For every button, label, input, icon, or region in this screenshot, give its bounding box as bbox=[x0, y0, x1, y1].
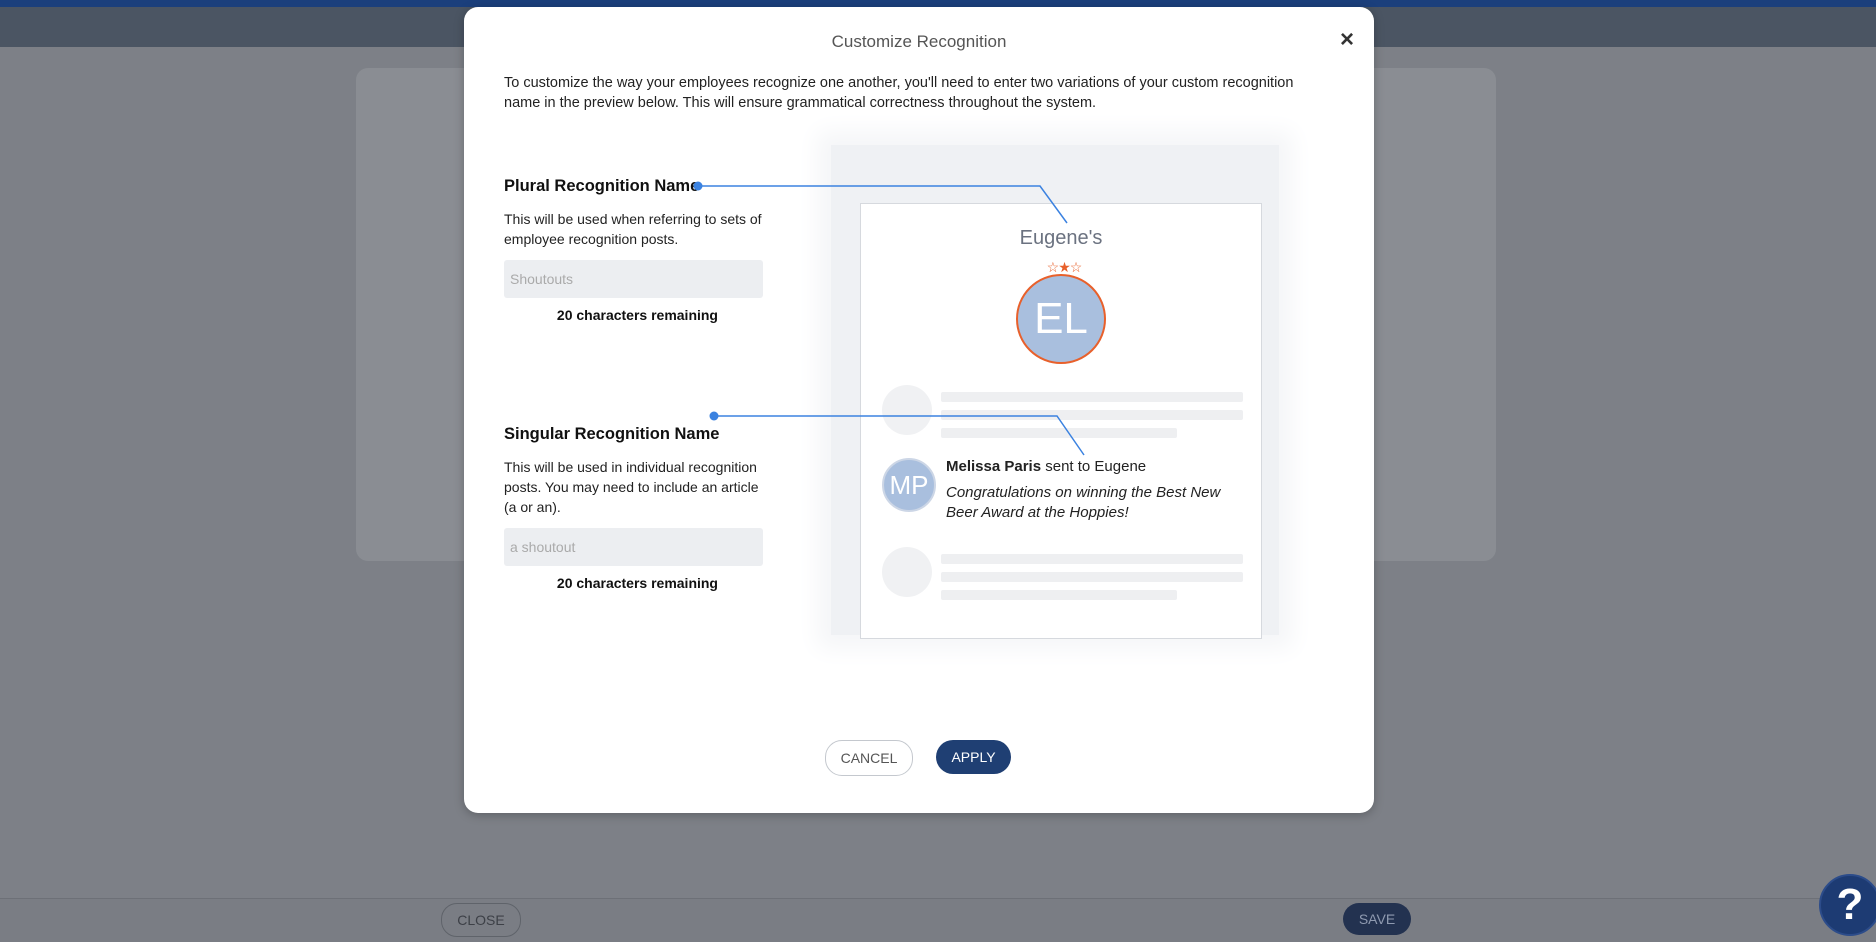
placeholder-avatar bbox=[882, 385, 932, 435]
save-button[interactable]: SAVE bbox=[1343, 903, 1411, 935]
apply-button[interactable]: APPLY bbox=[936, 740, 1011, 774]
preview-name: Eugene's bbox=[1019, 227, 1103, 249]
placeholder-line bbox=[941, 428, 1177, 438]
close-button[interactable]: CLOSE bbox=[441, 903, 521, 937]
singular-title: Singular Recognition Name bbox=[504, 425, 720, 443]
post-action: sent to Eugene bbox=[1041, 458, 1147, 475]
help-icon[interactable]: ? bbox=[1819, 874, 1876, 936]
placeholder-line bbox=[941, 590, 1177, 600]
close-icon[interactable]: × bbox=[1340, 26, 1354, 54]
placeholder-line bbox=[941, 572, 1243, 582]
singular-name-input[interactable] bbox=[504, 528, 763, 566]
cancel-button[interactable]: CANCEL bbox=[825, 740, 913, 776]
post-message: Congratulations on winning the Best New … bbox=[946, 484, 1221, 521]
preview-card: Eugene's ☆★☆ EL MP Melissa Paris sent to… bbox=[860, 203, 1262, 639]
placeholder-avatar bbox=[882, 547, 932, 597]
plural-name-input[interactable] bbox=[504, 260, 763, 298]
singular-remaining: 20 characters remaining bbox=[556, 575, 718, 591]
placeholder-line bbox=[941, 410, 1243, 420]
intro-text: To customize the way your employees reco… bbox=[504, 75, 1294, 111]
plural-description: This will be used when referring to sets… bbox=[504, 211, 762, 247]
post-sender: Melissa Paris bbox=[946, 458, 1042, 475]
post-header: Melissa Paris sent to Eugene bbox=[946, 458, 1146, 475]
plural-remaining: 20 characters remaining bbox=[556, 307, 718, 323]
top-accent-bar bbox=[0, 0, 1876, 7]
customize-recognition-modal: Customize Recognition × To customize the… bbox=[464, 7, 1374, 813]
plural-title: Plural Recognition Name bbox=[504, 177, 700, 195]
avatar: EL bbox=[1016, 274, 1106, 364]
footer-bar bbox=[0, 898, 1876, 942]
sender-avatar: MP bbox=[882, 458, 936, 512]
singular-description: This will be used in individual recognit… bbox=[504, 459, 759, 515]
singular-connector-dot bbox=[709, 411, 719, 421]
placeholder-line bbox=[941, 554, 1243, 564]
modal-title: Customize Recognition bbox=[831, 32, 1007, 51]
placeholder-line bbox=[941, 392, 1243, 402]
